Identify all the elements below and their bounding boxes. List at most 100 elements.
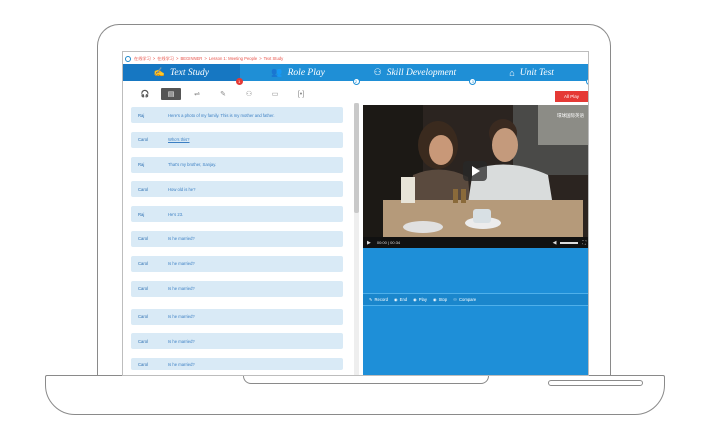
speaker-name: Carol — [138, 338, 149, 344]
tab-step-badge: 2 — [352, 78, 360, 85]
volume-icon[interactable]: ◀ — [553, 240, 557, 246]
speaker-name: Carol — [138, 261, 149, 267]
crumb-sep: > — [204, 56, 207, 61]
dialog-text: Is he married? — [168, 314, 195, 320]
transcript-area — [363, 248, 588, 293]
mic-icon: ✎ — [369, 297, 373, 302]
crumb-2[interactable]: 在线学习 — [157, 56, 174, 61]
tab-label: Text Study — [170, 67, 209, 78]
video-controls: ▶ 00:00 | 00:34 ◀ ⛶ — [363, 237, 588, 248]
record-button[interactable]: ✎ Record — [369, 297, 388, 302]
people-icon[interactable]: ⚇ — [239, 88, 259, 100]
view-toolbar: 🎧 ▤ ⇌ ✎ ⚇ ▭ [•] — [123, 87, 353, 101]
speaker-name: Carol — [138, 236, 149, 242]
recording-area — [363, 306, 588, 375]
unit-test-icon: ⌂ — [509, 67, 515, 78]
dialog-row[interactable]: Raj That's my brother, Sanjay. — [131, 156, 343, 173]
crumb-sep: > — [259, 56, 262, 61]
crumb-1[interactable]: 在线学习 — [134, 56, 151, 61]
end-label: End — [399, 297, 408, 302]
breadcrumb: 在线学习 > 在线学习 > BEGINNER > Lesson 1: Meeting Peo… — [125, 54, 285, 63]
scrollbar-thumb[interactable] — [354, 103, 359, 213]
code-icon[interactable]: [•] — [291, 88, 311, 100]
video-player[interactable]: 環球国际英语 — [363, 105, 588, 237]
document-icon[interactable]: ▤ — [161, 88, 181, 100]
play-button[interactable]: ◉ Play — [413, 297, 427, 302]
play-icon[interactable]: ▶ — [367, 240, 371, 246]
headphones-icon[interactable]: 🎧 — [135, 88, 155, 100]
dialog-list: Raj Here's a photo of my family. This is … — [131, 107, 343, 375]
all-play-button[interactable]: All Play — [555, 91, 588, 102]
dialog-row[interactable]: Carol Is he married? — [131, 358, 343, 371]
video-watermark: 環球国际英语 — [557, 113, 584, 118]
dialog-text: Is he married? — [168, 286, 195, 292]
video-time: 00:00 | 00:34 — [376, 240, 401, 245]
tab-label: Role Play — [287, 67, 325, 78]
app-screen: 在线学习 > 在线学习 > BEGINNER > Lesson 1: Meeting Peo… — [122, 51, 589, 376]
dialog-row[interactable]: Carol Is he married? — [131, 308, 343, 325]
skill-icon: ⚇ — [373, 67, 382, 77]
tab-skill-development[interactable]: ⚇ Skill Development 3 — [357, 64, 477, 85]
edit-icon[interactable]: ✎ — [213, 88, 233, 100]
crumb-current: Text Study — [263, 56, 284, 61]
dialog-row[interactable]: Raj He's 23. — [131, 206, 343, 223]
video-play-icon[interactable] — [463, 161, 487, 181]
stop-icon: ◉ — [432, 297, 437, 302]
laptop-slot — [548, 380, 643, 386]
dialog-scrollbar[interactable] — [354, 103, 359, 375]
speaker-name: Carol — [138, 314, 149, 320]
dialog-row[interactable]: Carol How old is he? — [131, 181, 343, 198]
speaker-name: Carol — [138, 137, 149, 143]
main-tabs: ✍ Text Study 1 👥 Role Play 2 ⚇ Skill Dev… — [123, 64, 588, 85]
end-button[interactable]: ◉ End — [394, 297, 407, 302]
play-icon: ◉ — [413, 297, 417, 302]
stop-label: Stop — [438, 297, 448, 302]
dialog-row[interactable]: Carol Is he married? — [131, 333, 343, 350]
dialog-row[interactable]: Carol Who's this? — [131, 131, 343, 148]
compare-icon: ⚇ — [453, 297, 457, 302]
record-label: Record — [374, 297, 389, 302]
dialog-text: How old is he? — [168, 186, 196, 192]
stop-button[interactable]: ◉ Stop — [433, 297, 447, 302]
dialog-row[interactable]: Carol Is he married? — [131, 230, 343, 247]
tab-text-study[interactable]: ✍ Text Study 1 — [123, 64, 243, 85]
crumb-sep: > — [175, 56, 179, 61]
tab-step-badge: 4 — [586, 78, 588, 85]
logo-icon — [125, 55, 131, 62]
compare-label: Compare — [458, 297, 477, 302]
tab-unit-test[interactable]: ⌂ Unit Test 4 — [473, 64, 588, 85]
tab-role-play[interactable]: 👥 Role Play 2 — [240, 64, 360, 85]
dialog-row[interactable]: Carol Is he married? — [131, 280, 343, 297]
tab-label: Skill Development — [386, 67, 457, 78]
compare-button[interactable]: ⚇ Compare — [453, 297, 476, 302]
card-icon[interactable]: ▭ — [265, 88, 285, 100]
dialog-row[interactable]: Carol Is he married? — [131, 255, 343, 272]
speaker-name: Raj — [138, 112, 145, 118]
dialog-text: Is he married? — [168, 361, 195, 367]
tab-step-badge: 1 — [235, 78, 243, 85]
dialog-text: Is he married? — [168, 236, 195, 242]
study-icon: ✍ — [153, 67, 165, 77]
role-play-icon: 👥 — [271, 67, 283, 77]
speaker-name: Carol — [138, 361, 149, 367]
volume-slider[interactable] — [560, 241, 579, 244]
speaker-name: Carol — [138, 186, 149, 192]
dialog-text: He's 23. — [168, 211, 184, 217]
laptop-notch — [243, 375, 489, 384]
speaker-name: Carol — [138, 286, 149, 292]
end-icon: ◉ — [394, 297, 398, 302]
dialog-text: Is he married? — [168, 338, 195, 344]
record-toolbar: ✎ Record ◉ End ◉ Play ◉ Stop ⚇ Compare — [363, 293, 588, 306]
crumb-3[interactable]: BEGINNER — [180, 56, 202, 61]
dialog-text: Is he married? — [168, 261, 195, 267]
fullscreen-icon[interactable]: ⛶ — [582, 240, 586, 246]
dialog-icon[interactable]: ⇌ — [187, 88, 207, 100]
dialog-text[interactable]: Who's this? — [168, 137, 343, 142]
media-panel: All Play 環球国际英语 ▶ 00:00 | 00:34 ◀ ⛶ ✎ Re… — [363, 81, 588, 375]
tab-label: Unit Test — [519, 67, 554, 78]
crumb-4[interactable]: Lesson 1: Meeting People — [209, 56, 257, 61]
dialog-panel: 🎧 ▤ ⇌ ✎ ⚇ ▭ [•] Raj Here's a photo of my … — [123, 81, 362, 375]
dialog-row[interactable]: Raj Here's a photo of my family. This is … — [131, 107, 343, 123]
speaker-name: Raj — [138, 162, 145, 168]
dialog-text: Here's a photo of my family. This is my … — [168, 112, 275, 118]
